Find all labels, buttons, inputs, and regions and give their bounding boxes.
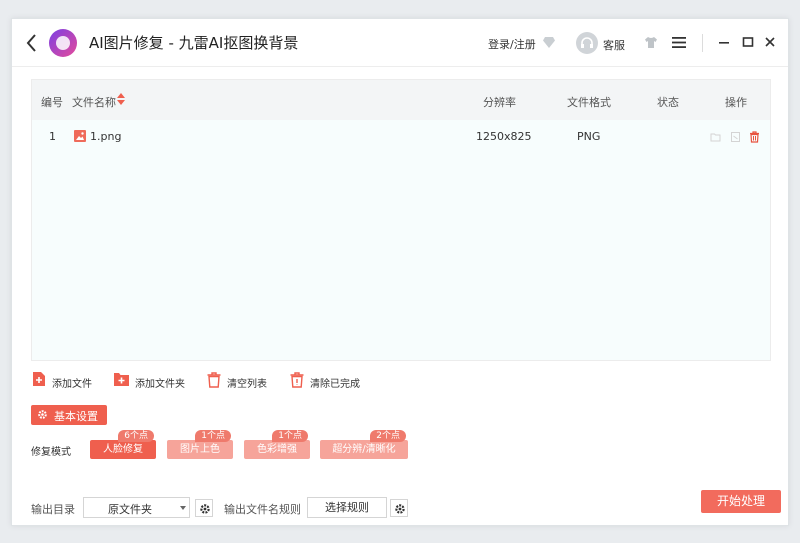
mode-super-resolution[interactable]: 超分辨/清晰化 2个点 bbox=[320, 430, 408, 459]
file-table: 编号 文件名称 分辨率 文件格式 状态 操作 1 1.png 1250x825 … bbox=[31, 79, 771, 361]
headset-icon bbox=[581, 37, 593, 48]
select-rule-button[interactable]: 选择规则 bbox=[307, 497, 387, 518]
clear-list-label: 清空列表 bbox=[227, 379, 267, 390]
row-index: 1 bbox=[49, 130, 56, 143]
maximize-icon[interactable] bbox=[740, 34, 756, 50]
basic-settings-button[interactable]: 基本设置 bbox=[31, 405, 107, 425]
header-index: 编号 bbox=[41, 96, 63, 109]
mode-label: 超分辨/清晰化 bbox=[332, 444, 396, 455]
hamburger-menu-icon[interactable] bbox=[672, 37, 686, 48]
diamond-icon[interactable] bbox=[542, 36, 556, 49]
clear-list-button[interactable]: 清空列表 bbox=[207, 371, 277, 391]
open-folder-icon[interactable] bbox=[710, 131, 721, 143]
title-bar: AI图片修复 - 九雷AI抠图换背景 登录/注册 客服 bbox=[12, 19, 788, 67]
clear-completed-label: 清除已完成 bbox=[310, 379, 360, 390]
row-format: PNG bbox=[577, 130, 601, 143]
output-dir-value: 原文件夹 bbox=[108, 503, 152, 516]
minimize-icon[interactable] bbox=[716, 34, 732, 50]
header-status: 状态 bbox=[657, 96, 679, 109]
mode-label: 人脸修复 bbox=[103, 444, 143, 455]
mode-label: 图片上色 bbox=[180, 444, 220, 455]
table-row[interactable]: 1 1.png 1250x825 PNG bbox=[32, 120, 770, 154]
login-register-link[interactable]: 登录/注册 bbox=[488, 36, 536, 52]
repair-mode-label: 修复模式 bbox=[31, 447, 71, 458]
close-icon[interactable] bbox=[762, 34, 778, 50]
output-dir-label: 输出目录 bbox=[31, 503, 75, 516]
add-file-button[interactable]: 添加文件 bbox=[32, 371, 102, 391]
add-folder-icon bbox=[114, 373, 129, 386]
trash-check-icon bbox=[290, 372, 304, 388]
gear-icon bbox=[38, 410, 47, 419]
cost-badge: 1个点 bbox=[195, 430, 231, 442]
mode-color-enhance[interactable]: 色彩增强 1个点 bbox=[244, 430, 310, 459]
app-logo bbox=[49, 29, 77, 57]
mode-face-repair[interactable]: 人脸修复 6个点 bbox=[90, 430, 156, 459]
cost-badge: 1个点 bbox=[272, 430, 308, 442]
basic-settings-label: 基本设置 bbox=[54, 410, 98, 423]
row-resolution: 1250x825 bbox=[476, 130, 532, 143]
gear-icon bbox=[200, 504, 210, 514]
header-resolution: 分辨率 bbox=[483, 96, 516, 109]
gear-icon bbox=[395, 504, 405, 514]
output-rule-label: 输出文件名规则 bbox=[224, 503, 301, 516]
add-folder-label: 添加文件夹 bbox=[135, 379, 185, 390]
add-folder-button[interactable]: 添加文件夹 bbox=[114, 371, 194, 391]
mode-colorize[interactable]: 图片上色 1个点 bbox=[167, 430, 233, 459]
cost-badge: 6个点 bbox=[118, 430, 154, 442]
rule-settings-button[interactable] bbox=[390, 499, 408, 517]
start-processing-button[interactable]: 开始处理 bbox=[701, 490, 781, 513]
row-file-name: 1.png bbox=[90, 130, 122, 143]
table-header: 编号 文件名称 分辨率 文件格式 状态 操作 bbox=[32, 80, 770, 120]
clear-completed-button[interactable]: 清除已完成 bbox=[290, 371, 370, 391]
add-file-icon bbox=[33, 372, 45, 386]
app-window: AI图片修复 - 九雷AI抠图换背景 登录/注册 客服 编号 文件名称 分辨率 … bbox=[11, 18, 789, 526]
chevron-left-icon[interactable] bbox=[24, 31, 40, 55]
mode-label: 色彩增强 bbox=[257, 444, 297, 455]
title-separator bbox=[702, 34, 703, 52]
preview-icon[interactable] bbox=[730, 131, 741, 143]
delete-icon[interactable] bbox=[749, 131, 760, 143]
header-actions: 操作 bbox=[725, 96, 747, 109]
app-title: AI图片修复 - 九雷AI抠图换背景 bbox=[89, 34, 299, 52]
tshirt-icon[interactable] bbox=[644, 36, 658, 49]
chevron-down-icon bbox=[180, 506, 186, 510]
header-name: 文件名称 bbox=[72, 96, 116, 109]
customer-service-label[interactable]: 客服 bbox=[603, 37, 625, 53]
sort-icon[interactable] bbox=[116, 92, 126, 106]
output-dir-settings-button[interactable] bbox=[195, 499, 213, 517]
output-dir-select[interactable]: 原文件夹 bbox=[83, 497, 190, 518]
file-actions-bar: 添加文件 添加文件夹 清空列表 清除已完成 bbox=[32, 371, 432, 391]
header-format: 文件格式 bbox=[567, 96, 611, 109]
customer-service-avatar[interactable] bbox=[576, 32, 598, 54]
trash-icon bbox=[207, 372, 221, 388]
image-file-icon bbox=[74, 130, 86, 142]
add-file-label: 添加文件 bbox=[52, 379, 92, 390]
cost-badge: 2个点 bbox=[370, 430, 406, 442]
